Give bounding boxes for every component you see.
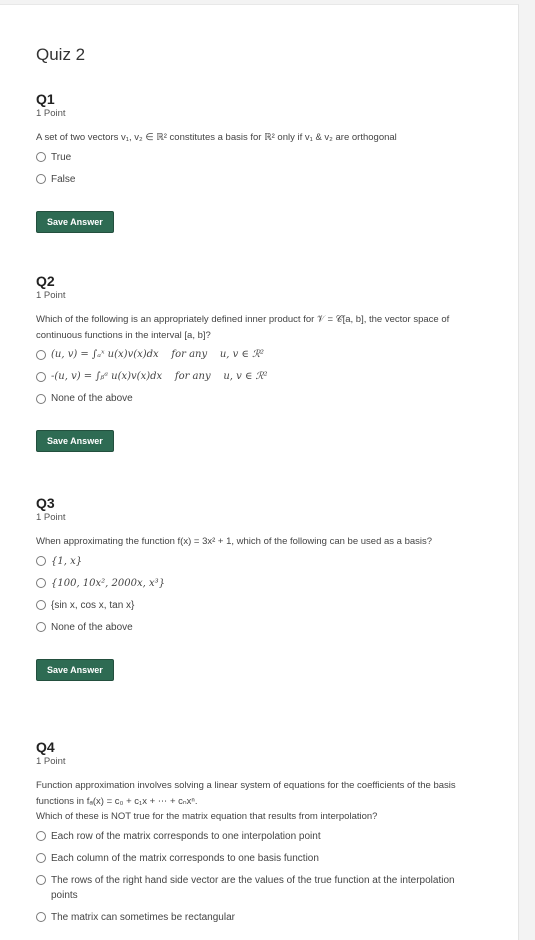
question-text: Which of the following is an appropriate…: [36, 314, 450, 341]
radio-button[interactable]: [36, 371, 46, 382]
answer-option-3[interactable]: The rows of the right hand side vector a…: [36, 873, 481, 903]
answer-label: Each column of the matrix corresponds to…: [51, 852, 319, 864]
radio-button[interactable]: [36, 874, 46, 885]
answer-label: False: [51, 173, 76, 185]
save-answer-button[interactable]: Save Answer: [36, 430, 114, 452]
question-title: Q2: [36, 273, 55, 289]
answer-option-1[interactable]: (u, v) = ∫ₐˣ u(x)v(x)dx for any u, v ∈ ℛ…: [36, 347, 481, 362]
question-q2: Q2 1 Point Which of the following is an …: [36, 273, 481, 452]
answer-label: Each row of the matrix corresponds to on…: [51, 830, 321, 842]
radio-button[interactable]: [36, 622, 46, 632]
answer-option-3[interactable]: None of the above: [36, 391, 481, 406]
answer-option-2[interactable]: -(u, v) = ∫ᵦᵃ u(x)v(x)dx for any u, v ∈ …: [36, 369, 481, 384]
radio-button[interactable]: [36, 556, 46, 566]
question-text-line: Function approximation involves solving …: [36, 780, 456, 807]
answer-options: {1, x} {100, 10x², 2000x, x³} {sin x, co…: [36, 554, 481, 635]
answer-option-2[interactable]: {100, 10x², 2000x, x³}: [36, 576, 481, 591]
question-text: Function approximation involves solving …: [36, 778, 481, 825]
answer-label: {1, x}: [51, 555, 83, 567]
answer-label: The matrix can sometimes be rectangular: [51, 911, 235, 923]
question-title: Q3: [36, 495, 55, 511]
answer-option-true[interactable]: True: [36, 150, 481, 165]
quiz-card: Quiz 2 Q1 1 Point A set of two vectors v…: [0, 4, 519, 940]
radio-button[interactable]: [36, 578, 46, 588]
answer-options: Each row of the matrix corresponds to on…: [36, 829, 481, 925]
question-q4: Q4 1 Point Function approximation involv…: [36, 739, 481, 932]
question-q1: Q1 1 Point A set of two vectors v₁, v₂ ∈…: [36, 91, 481, 233]
question-text: When approximating the function f(x) = 3…: [36, 536, 433, 547]
radio-button[interactable]: [36, 600, 46, 610]
answer-option-4[interactable]: None of the above: [36, 620, 481, 635]
question-text-line: Which of these is NOT true for the matri…: [36, 811, 378, 822]
question-points: 1 Point: [36, 290, 66, 301]
answer-label: The rows of the right hand side vector a…: [51, 874, 455, 901]
answer-option-false[interactable]: False: [36, 172, 481, 187]
save-answer-button[interactable]: Save Answer: [36, 658, 114, 681]
question-q3: Q3 1 Point When approximating the functi…: [36, 495, 481, 681]
answer-label: None of the above: [51, 621, 133, 633]
answer-option-3[interactable]: {sin x, cos x, tan x}: [36, 598, 481, 613]
question-title: Q1: [36, 91, 55, 107]
answer-option-4[interactable]: The matrix can sometimes be rectangular: [36, 910, 481, 925]
answer-option-2[interactable]: Each column of the matrix corresponds to…: [36, 851, 481, 866]
radio-button[interactable]: [36, 174, 46, 184]
answer-options: (u, v) = ∫ₐˣ u(x)v(x)dx for any u, v ∈ ℛ…: [36, 347, 481, 406]
question-points: 1 Point: [36, 512, 66, 523]
quiz-title: Quiz 2: [36, 45, 86, 64]
answer-option-1[interactable]: {1, x}: [36, 554, 481, 569]
radio-button[interactable]: [36, 831, 46, 841]
answer-label: -(u, v) = ∫ᵦᵃ u(x)v(x)dx for any u, v ∈ …: [51, 371, 268, 382]
answer-label: {100, 10x², 2000x, x³}: [51, 577, 165, 589]
answer-label: {sin x, cos x, tan x}: [51, 599, 135, 611]
question-title: Q4: [36, 739, 55, 755]
radio-button[interactable]: [36, 349, 46, 360]
question-points: 1 Point: [36, 756, 66, 767]
answer-label: None of the above: [51, 393, 133, 404]
answer-options: True False: [36, 150, 481, 187]
radio-button[interactable]: [36, 152, 46, 162]
answer-label: True: [51, 151, 72, 163]
question-text: A set of two vectors v₁, v₂ ∈ ℝ² constit…: [36, 132, 397, 143]
answer-option-1[interactable]: Each row of the matrix corresponds to on…: [36, 829, 481, 844]
radio-button[interactable]: [36, 393, 46, 404]
question-points: 1 Point: [36, 108, 66, 119]
answer-label: (u, v) = ∫ₐˣ u(x)v(x)dx for any u, v ∈ ℛ…: [51, 349, 265, 360]
save-answer-button[interactable]: Save Answer: [36, 210, 114, 233]
radio-button[interactable]: [36, 853, 46, 863]
radio-button[interactable]: [36, 912, 46, 922]
